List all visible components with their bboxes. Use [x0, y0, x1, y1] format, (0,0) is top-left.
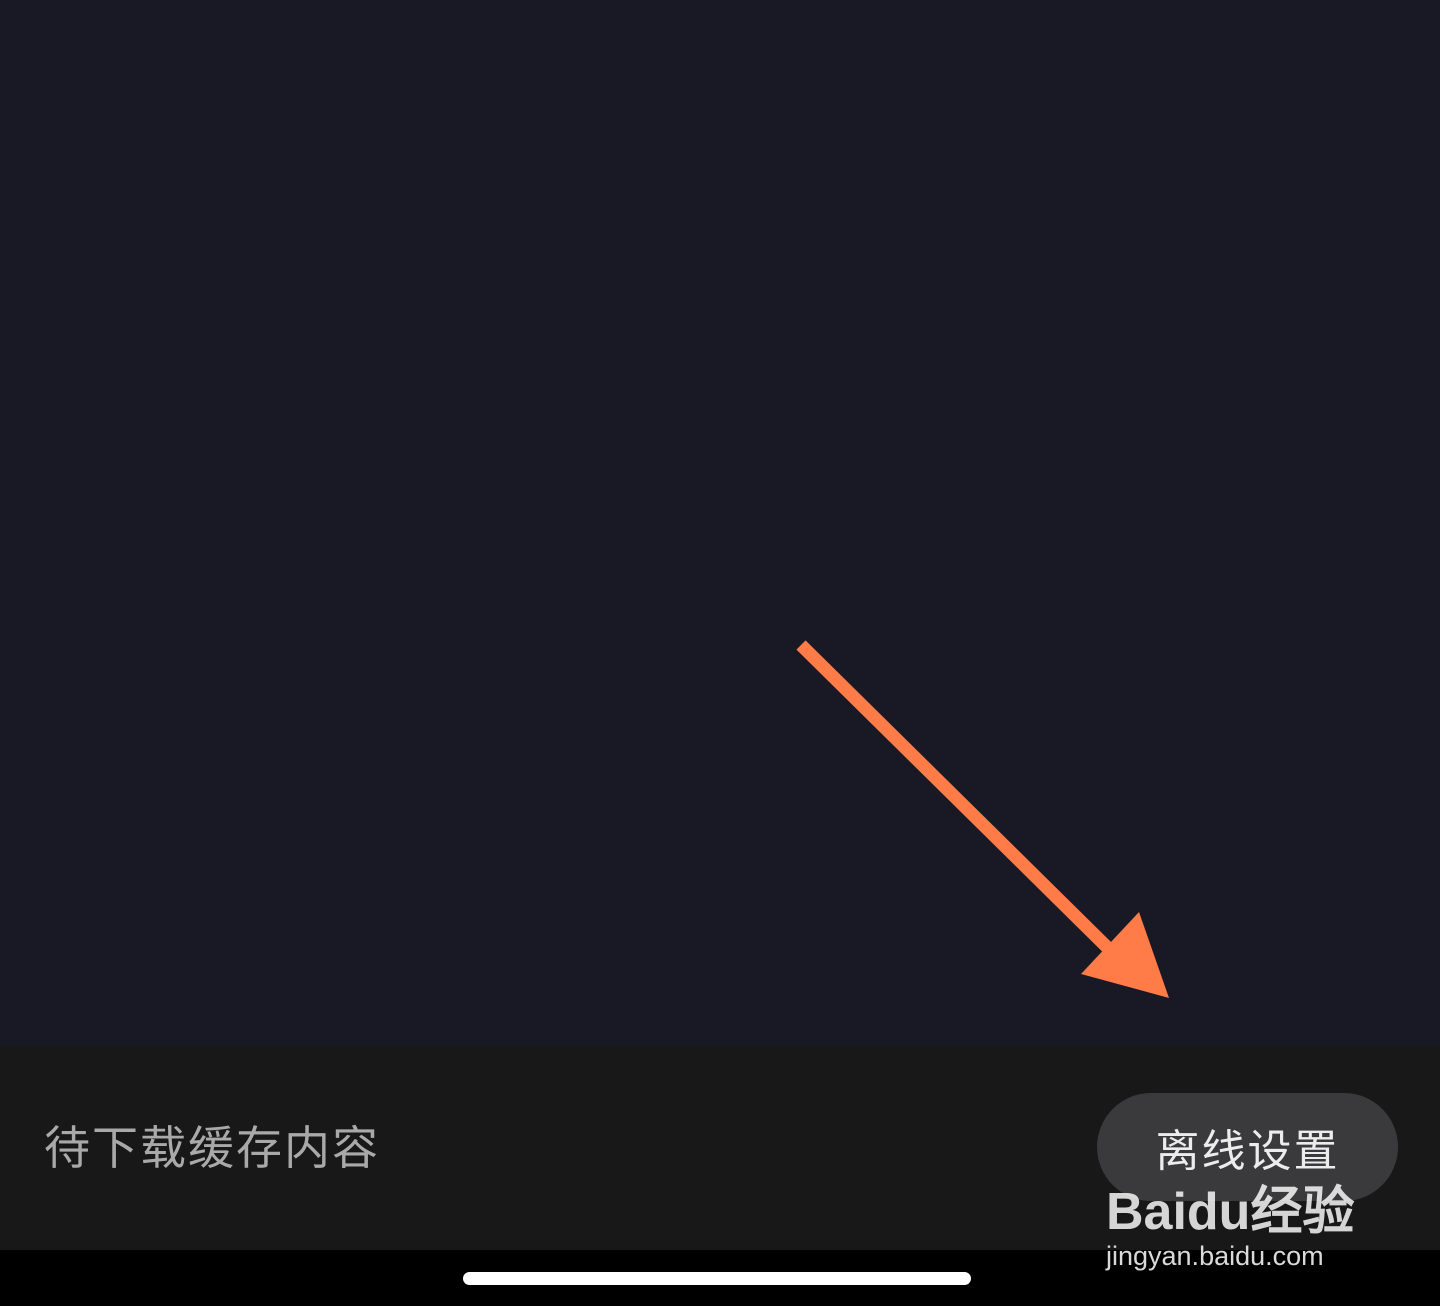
screen: 待下载缓存内容 离线设置 Baidu经验 jingyan.baidu.com	[0, 0, 1440, 1306]
arrow-head	[1081, 912, 1169, 998]
arrow-down-right-icon	[796, 640, 1169, 998]
pending-download-label: 待下载缓存内容	[44, 1121, 380, 1175]
offline-settings-button[interactable]: 离线设置	[1097, 1093, 1398, 1201]
home-indicator[interactable]	[463, 1272, 971, 1285]
system-gesture-area	[0, 1250, 1440, 1306]
arrow-shaft	[796, 640, 1123, 963]
offline-settings-label: 离线设置	[1155, 1126, 1340, 1177]
bottom-action-bar: 待下载缓存内容 离线设置	[0, 1046, 1440, 1250]
